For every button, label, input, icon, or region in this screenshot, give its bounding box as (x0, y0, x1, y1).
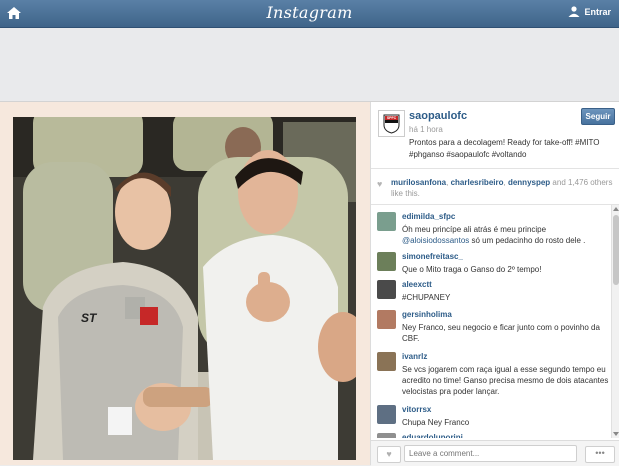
scroll-down-icon[interactable] (613, 432, 619, 436)
post-sidebar: SPFC saopaulofc há 1 hora Prontos para a… (370, 102, 619, 466)
comment-text: Ney Franco, seu negocio e ficar junto co… (402, 323, 600, 343)
avatar[interactable] (377, 252, 396, 271)
avatar[interactable] (377, 405, 396, 424)
comment-text-part: só um pedacinho do rosto dele . (469, 236, 586, 245)
avatar[interactable] (377, 433, 396, 438)
liker-link[interactable]: charlesribeiro (451, 178, 504, 187)
comment-text-part: Óh meu princípe ali atrás é meu principe (402, 225, 547, 234)
comments-scrollbar[interactable] (611, 205, 619, 438)
comment-input[interactable] (404, 445, 577, 462)
comment-item: gersinholima Ney Franco, seu negocio e f… (371, 307, 611, 347)
comment-username[interactable]: simonefreitasc_ (402, 252, 463, 261)
comment-item: eduardoluporini (371, 430, 611, 438)
like-button[interactable]: ♥ (377, 446, 401, 463)
comment-text: Se vcs jogarem com raça igual a esse seg… (402, 365, 609, 396)
heart-icon: ♥ (377, 179, 383, 189)
comment-item: aleexctt #CHUPANEY (371, 277, 611, 307)
photo-frame: ST (0, 102, 370, 465)
comment-text: #CHUPANEY (402, 293, 451, 302)
post-photo: ST (13, 117, 356, 460)
instagram-logo[interactable]: Instagram (0, 3, 619, 22)
comment-item: vitorrsx Chupa Ney Franco (371, 402, 611, 432)
comment-username[interactable]: aleexctt (402, 280, 432, 289)
mention-link[interactable]: @aloisiodossantos (402, 236, 469, 245)
comments-list: edimilda_sfpc Óh meu princípe ali atrás … (371, 205, 611, 438)
avatar[interactable] (377, 310, 396, 329)
comment-bar: ♥ ••• (371, 440, 619, 466)
liker-link[interactable]: dennyspep (508, 178, 550, 187)
comment-username[interactable]: edimilda_sfpc (402, 212, 455, 221)
login-link[interactable]: Entrar (568, 6, 611, 17)
post-timestamp: há 1 hora (409, 125, 443, 134)
follow-button[interactable]: Seguir (581, 108, 615, 125)
more-options-button[interactable]: ••• (585, 446, 615, 463)
comment-item: simonefreitasc_ Que o Mito traga o Ganso… (371, 249, 611, 279)
post-card: ST SPFC saopaulofc há 1 hora Prontos par… (0, 101, 619, 466)
page-background (0, 28, 619, 101)
login-label: Entrar (584, 6, 611, 17)
avatar[interactable] (377, 352, 396, 371)
post-caption: Prontos para a decolagem! Ready for take… (409, 138, 600, 159)
heart-icon: ♥ (386, 449, 392, 459)
comment-username[interactable]: ivanrlz (402, 352, 427, 361)
svg-text:SPFC: SPFC (387, 116, 397, 120)
avatar[interactable] (377, 212, 396, 231)
scroll-up-icon[interactable] (613, 207, 619, 211)
comment-item: edimilda_sfpc Óh meu princípe ali atrás … (371, 209, 611, 247)
comment-text: Chupa Ney Franco (402, 418, 470, 427)
svg-text:ST: ST (81, 311, 98, 325)
comment-item: ivanrlz Se vcs jogarem com raça igual a … (371, 349, 611, 401)
likes-summary: murilosanfona, charlesribeiro, dennyspep… (391, 178, 613, 198)
scrollbar-thumb[interactable] (613, 215, 619, 285)
comment-username[interactable]: eduardoluporini (402, 433, 463, 438)
avatar[interactable] (377, 280, 396, 299)
comment-text: Que o Mito traga o Ganso do 2º tempo! (402, 265, 542, 274)
comment-text: Óh meu princípe ali atrás é meu principe… (402, 224, 610, 246)
comment-username[interactable]: gersinholima (402, 310, 452, 319)
liker-link[interactable]: murilosanfona (391, 178, 446, 187)
comment-username[interactable]: vitorrsx (402, 405, 431, 414)
user-icon (568, 6, 580, 17)
post-username[interactable]: saopaulofc (409, 110, 467, 122)
avatar[interactable]: SPFC (378, 110, 405, 137)
likes-section: ♥ murilosanfona, charlesribeiro, dennysp… (371, 168, 619, 205)
top-bar: Instagram Entrar (0, 0, 619, 28)
